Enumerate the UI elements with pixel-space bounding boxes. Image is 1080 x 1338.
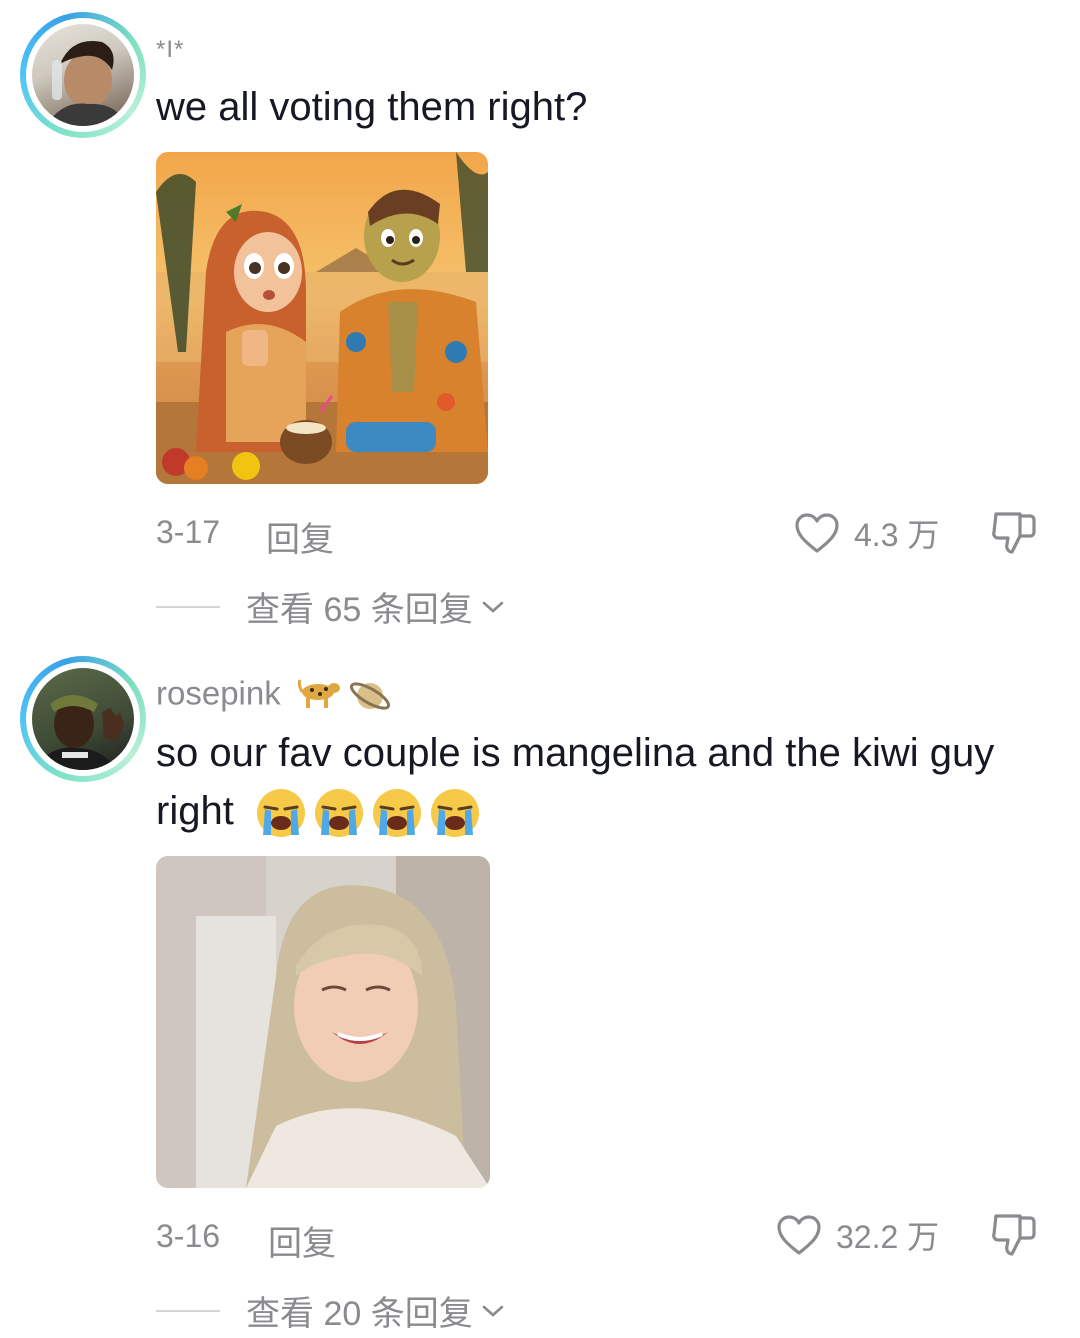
view-replies-label: 查看 20 条回复 [246,1295,473,1333]
heart-icon [795,513,839,553]
thumbs-down-icon [992,512,1036,554]
divider [156,605,220,608]
like-button[interactable]: 4.3 万 [794,510,939,556]
divider [156,1309,220,1312]
chevron-down-icon [482,1305,504,1317]
cartoon-couple-beach-image[interactable] [156,152,488,484]
username[interactable]: *I* [156,36,184,64]
dislike-button[interactable] [990,510,1038,561]
view-replies-label: 查看 65 条回复 [246,591,473,629]
loudly-crying-face-emoji-icon [372,789,421,838]
loudly-crying-face-emoji-icon [256,789,305,838]
loudly-crying-face-emoji-icon [314,789,363,838]
comment-date: 3-17 [156,514,221,550]
like-button[interactable]: 32.2 万 [776,1212,939,1258]
comment-text: we all voting them right? [156,85,588,129]
comment-text: so our fav couple is mangelina and the k… [156,724,1036,840]
username[interactable]: rosepink [156,674,392,718]
dislike-button[interactable] [990,1212,1038,1263]
like-count: 32.2 万 [836,1219,940,1255]
chevron-down-icon [482,601,504,613]
avatar[interactable] [20,656,146,782]
blonde-woman-selfie-image[interactable] [156,856,490,1188]
thumbs-down-icon [992,1214,1036,1256]
ringed-planet-emoji-icon [349,682,390,710]
comment-date: 3-16 [156,1218,221,1254]
leopard-emoji-icon [297,679,340,708]
loudly-crying-face-emoji-icon [430,789,479,838]
like-count: 4.3 万 [854,517,940,553]
view-replies-button[interactable]: 查看 65 条回复 [156,582,505,631]
reply-button[interactable]: 回复 [266,512,334,561]
view-replies-button[interactable]: 查看 20 条回复 [156,1286,505,1335]
avatar[interactable] [20,12,146,138]
heart-icon [777,1215,821,1255]
reply-button[interactable]: 回复 [268,1216,336,1265]
